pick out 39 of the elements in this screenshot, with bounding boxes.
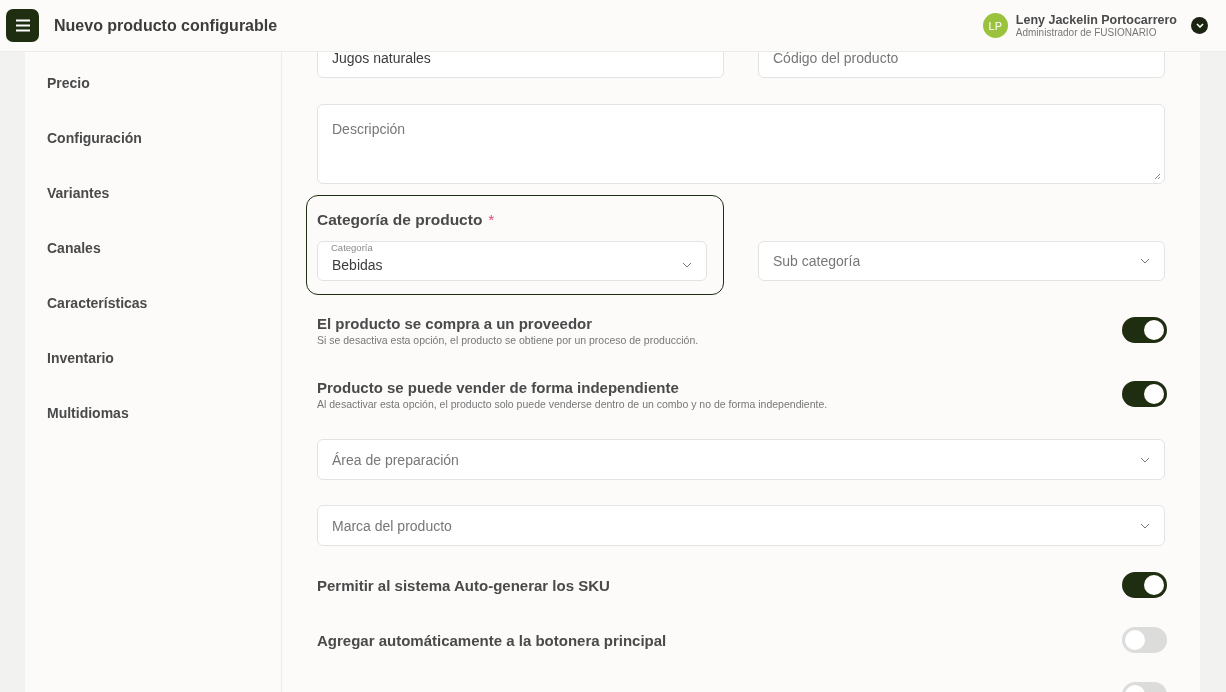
toggle-switch[interactable] bbox=[1122, 572, 1167, 598]
toggle-switch[interactable] bbox=[1122, 381, 1167, 407]
toggle-title: Producto se puede vender de forma independiente bbox=[317, 378, 680, 397]
sidebar-item[interactable]: Configuración bbox=[47, 128, 281, 148]
menu-button[interactable] bbox=[6, 9, 39, 42]
subcategory-select[interactable]: Sub categoría bbox=[758, 241, 1165, 281]
code-field[interactable]: Código del producto bbox=[758, 52, 1165, 78]
category-select[interactable]: Categoría Bebidas bbox=[317, 241, 707, 281]
user-role: Administrador de FUSIONARIO bbox=[1015, 27, 1158, 38]
toggle-switch[interactable] bbox=[1122, 317, 1167, 343]
toggle-title: Permitir al sistema Auto-generar los SKU bbox=[317, 575, 610, 595]
page-title: Nuevo producto configurable bbox=[54, 16, 279, 35]
resize-grip-icon bbox=[1154, 173, 1161, 180]
toggle-description: Al desactivar esta opción, el producto solo puede venderse dentro de un combo y no de forma independiente. bbox=[317, 398, 828, 410]
chevron-down-icon bbox=[1195, 23, 1204, 28]
sidebar-item[interactable]: Precio bbox=[47, 73, 281, 93]
chevron-down-icon bbox=[682, 262, 692, 268]
section-title: Categoría de producto bbox=[317, 211, 483, 229]
toggle-title: Agregar automáticamente a la botonera principal bbox=[317, 630, 667, 650]
toggle-description: Si se desactiva esta opción, el producto se obtiene por un proceso de producción. bbox=[317, 334, 699, 346]
description-field[interactable]: Descripción bbox=[317, 104, 1165, 184]
sidebar-item[interactable]: Canales bbox=[47, 238, 281, 258]
name-field[interactable]: Jugos naturales bbox=[317, 52, 724, 78]
menu-icon bbox=[14, 19, 31, 32]
toggle-switch[interactable] bbox=[1122, 627, 1167, 653]
user-menu-button[interactable] bbox=[1191, 17, 1208, 34]
user-avatar: LP bbox=[982, 13, 1008, 38]
sidebar-item[interactable]: Inventario bbox=[47, 348, 281, 368]
chevron-down-icon bbox=[1140, 522, 1150, 529]
sidebar-item[interactable]: Características bbox=[47, 293, 281, 313]
sidebar-item[interactable]: Multidiomas bbox=[47, 403, 281, 423]
dropdown-select[interactable]: Marca del producto bbox=[317, 505, 1165, 546]
dropdown-select[interactable]: Área de preparación bbox=[317, 439, 1165, 480]
required-mark: * bbox=[488, 211, 495, 229]
chevron-down-icon bbox=[1140, 258, 1150, 264]
user-name: Leny Jackelin Portocarrero bbox=[1015, 13, 1177, 27]
chevron-down-icon bbox=[1140, 456, 1150, 463]
toggle-title: El producto se compra a un proveedor bbox=[317, 314, 594, 333]
sidebar-item[interactable]: Variantes bbox=[47, 183, 281, 203]
